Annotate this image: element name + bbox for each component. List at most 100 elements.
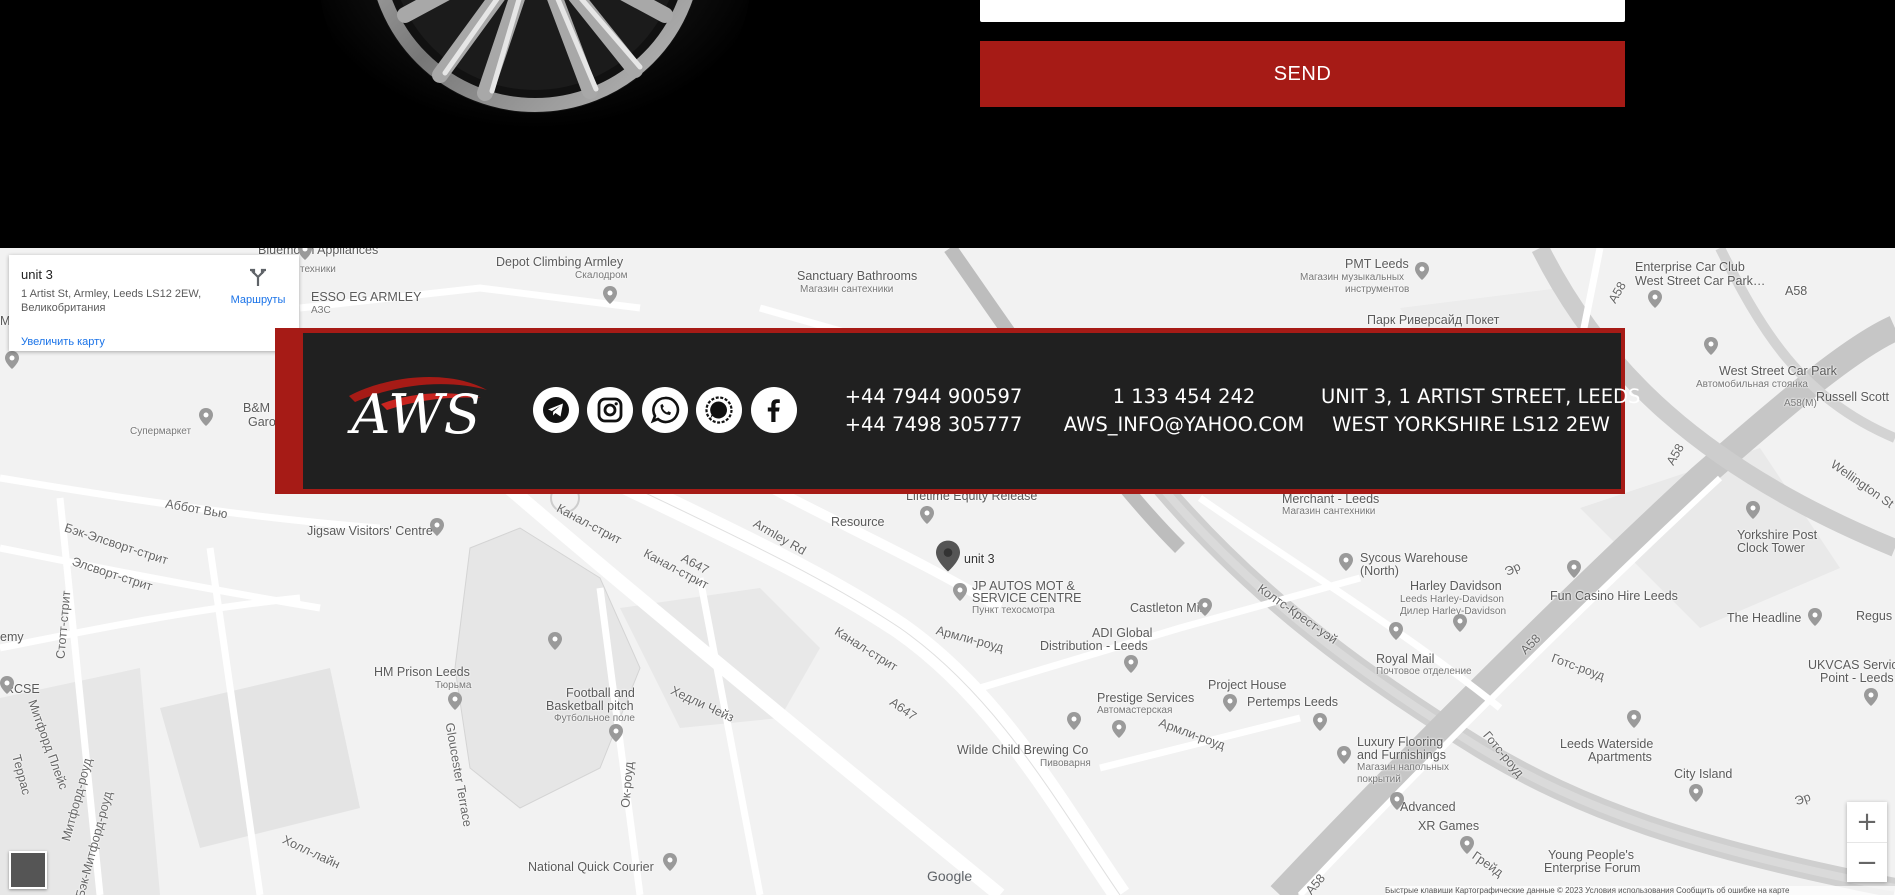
email-link[interactable]: AWS_INFO@YAHOO.COM: [1055, 411, 1313, 439]
map-pin-icon[interactable]: [1389, 622, 1403, 640]
message-field[interactable]: [980, 0, 1625, 22]
place-title: unit 3: [21, 267, 53, 282]
facebook-icon: [767, 399, 780, 422]
map-label: Enterprise Car Club: [1635, 260, 1745, 274]
instagram-button[interactable]: [587, 387, 633, 433]
map-label: Distribution - Leeds: [1040, 639, 1148, 653]
map-label: Merchant - Leeds: [1282, 492, 1380, 506]
map-pin-icon[interactable]: [1124, 655, 1138, 673]
map-pin-icon[interactable]: [1223, 694, 1237, 712]
map-label: Leeds Harley-Davidson: [1400, 594, 1504, 605]
map-pin-icon[interactable]: [0, 676, 14, 694]
map-pin-icon[interactable]: [1313, 713, 1327, 731]
map-label: Магазин сантехники: [800, 284, 894, 295]
map-pin-icon[interactable]: [1648, 290, 1662, 308]
aws-logo: AWS: [346, 377, 487, 446]
map-label: emy: [0, 630, 24, 644]
map-pin-icon[interactable]: [1627, 710, 1641, 728]
map-label: Harley Davidson: [1410, 579, 1502, 593]
landline-email: 1 133 454 242 AWS_INFO@YAHOO.COM: [1055, 383, 1313, 439]
map-label: City Island: [1674, 767, 1733, 781]
place-address: 1 Artist St, Armley, Leeds LS12 2EW, Вел…: [21, 288, 202, 314]
telegram-button[interactable]: [533, 387, 579, 433]
map-label: Sanctuary Bathrooms: [797, 269, 918, 283]
map-label: АЗС: [311, 305, 331, 316]
map-label: Advanced: [1400, 800, 1456, 814]
map-label: Basketball pitch: [546, 699, 634, 713]
location-marker-icon[interactable]: [936, 540, 960, 572]
zoom-control: + −: [1847, 802, 1887, 882]
map-pin-icon[interactable]: [199, 408, 213, 426]
map-label: Пункт техосмотра: [972, 605, 1055, 616]
map-label: Супермаркет: [130, 426, 192, 437]
map-pin-icon[interactable]: [1112, 720, 1126, 738]
map-pin-icon[interactable]: [1567, 560, 1581, 578]
map-label: A58(M): [1784, 398, 1817, 409]
map-pin-icon[interactable]: [609, 724, 623, 742]
map-pin-icon[interactable]: [1339, 553, 1353, 571]
map-pin-icon[interactable]: [920, 506, 934, 524]
map-pin-icon[interactable]: [1337, 746, 1351, 764]
zoom-out-button[interactable]: −: [1847, 842, 1887, 882]
signal-icon: [705, 396, 733, 424]
map-pin-icon[interactable]: [1746, 501, 1760, 519]
map-label: Point - Leeds: [1820, 671, 1894, 685]
map-label: Скалодром: [575, 270, 628, 281]
map-pin-icon[interactable]: [448, 692, 462, 710]
map-label: HM Prison Leeds: [374, 665, 470, 679]
map-label: Автомастерская: [1097, 705, 1173, 716]
signal-button[interactable]: [696, 387, 742, 433]
map-label: Prestige Services: [1097, 691, 1195, 705]
map-pin-icon[interactable]: [1390, 792, 1404, 810]
map-label: Автомобильная стоянка: [1696, 379, 1808, 390]
zoom-in-button[interactable]: +: [1847, 802, 1887, 842]
directions-label: Маршруты: [230, 294, 286, 306]
map-label: Castleton Mill: [1130, 601, 1206, 615]
address-line: UNIT 3, 1 ARTIST STREET, LEEDS: [1321, 385, 1641, 408]
map-label: Apartments: [1588, 750, 1652, 764]
map-label: A58: [1785, 284, 1808, 298]
phone-link[interactable]: 1 133 454 242: [1055, 383, 1313, 411]
map-pin-icon[interactable]: [1198, 598, 1212, 616]
map-pin-icon[interactable]: [1453, 614, 1467, 632]
wheel-image: [321, 0, 749, 145]
send-button[interactable]: SEND: [980, 41, 1625, 107]
map-pin-icon[interactable]: [1704, 337, 1718, 355]
map-pin-icon[interactable]: [430, 518, 444, 536]
map-label: (North): [1360, 564, 1399, 578]
map-pin-icon[interactable]: [1864, 688, 1878, 706]
logo-text: AWS: [346, 383, 480, 446]
map-pin-icon[interactable]: [603, 286, 617, 304]
map-label-unit3: unit 3: [964, 552, 995, 566]
map-pin-icon[interactable]: [1415, 262, 1429, 280]
satellite-toggle[interactable]: [9, 851, 47, 889]
map-pin-icon[interactable]: [1689, 784, 1703, 802]
phone-link[interactable]: +44 7944 900597: [831, 383, 1036, 411]
map-pin-icon[interactable]: [1460, 836, 1474, 854]
map-pin-icon[interactable]: [953, 583, 967, 601]
directions-button[interactable]: Маршруты: [223, 267, 293, 306]
map-label: Clock Tower: [1737, 541, 1805, 555]
whatsapp-button[interactable]: [642, 387, 688, 433]
map-pin-icon[interactable]: [298, 248, 312, 260]
map-label: PMT Leeds: [1345, 257, 1409, 271]
map-label: Футбольное поле: [554, 713, 635, 724]
address-line: WEST YORKSHIRE LS12 2EW: [1332, 413, 1610, 436]
facebook-button[interactable]: [751, 387, 797, 433]
map-label: SERVICE CENTRE: [972, 591, 1082, 605]
enlarge-map-link[interactable]: Увеличить карту: [21, 336, 105, 348]
contact-bar: AWS +44 7944 900597 +44 7498 305777 1 13…: [275, 328, 1641, 494]
map-label: National Quick Courier: [528, 860, 654, 874]
map-pin-icon[interactable]: [1067, 712, 1081, 730]
map-pin-icon[interactable]: [663, 853, 677, 871]
map-label: West Street Car Park: [1719, 364, 1837, 378]
place-info-card: unit 3 1 Artist St, Armley, Leeds LS12 2…: [9, 255, 299, 351]
phone-link[interactable]: +44 7498 305777: [831, 411, 1036, 439]
map-label: B&M: [243, 401, 271, 415]
map-pin-icon[interactable]: [548, 632, 562, 650]
map-label: техники: [300, 264, 336, 275]
map-label: Regus: [1856, 609, 1893, 623]
map-pin-icon[interactable]: [1808, 608, 1822, 626]
map-pin-icon[interactable]: [5, 351, 19, 369]
map-label: Jigsaw Visitors' Centre: [307, 524, 433, 538]
